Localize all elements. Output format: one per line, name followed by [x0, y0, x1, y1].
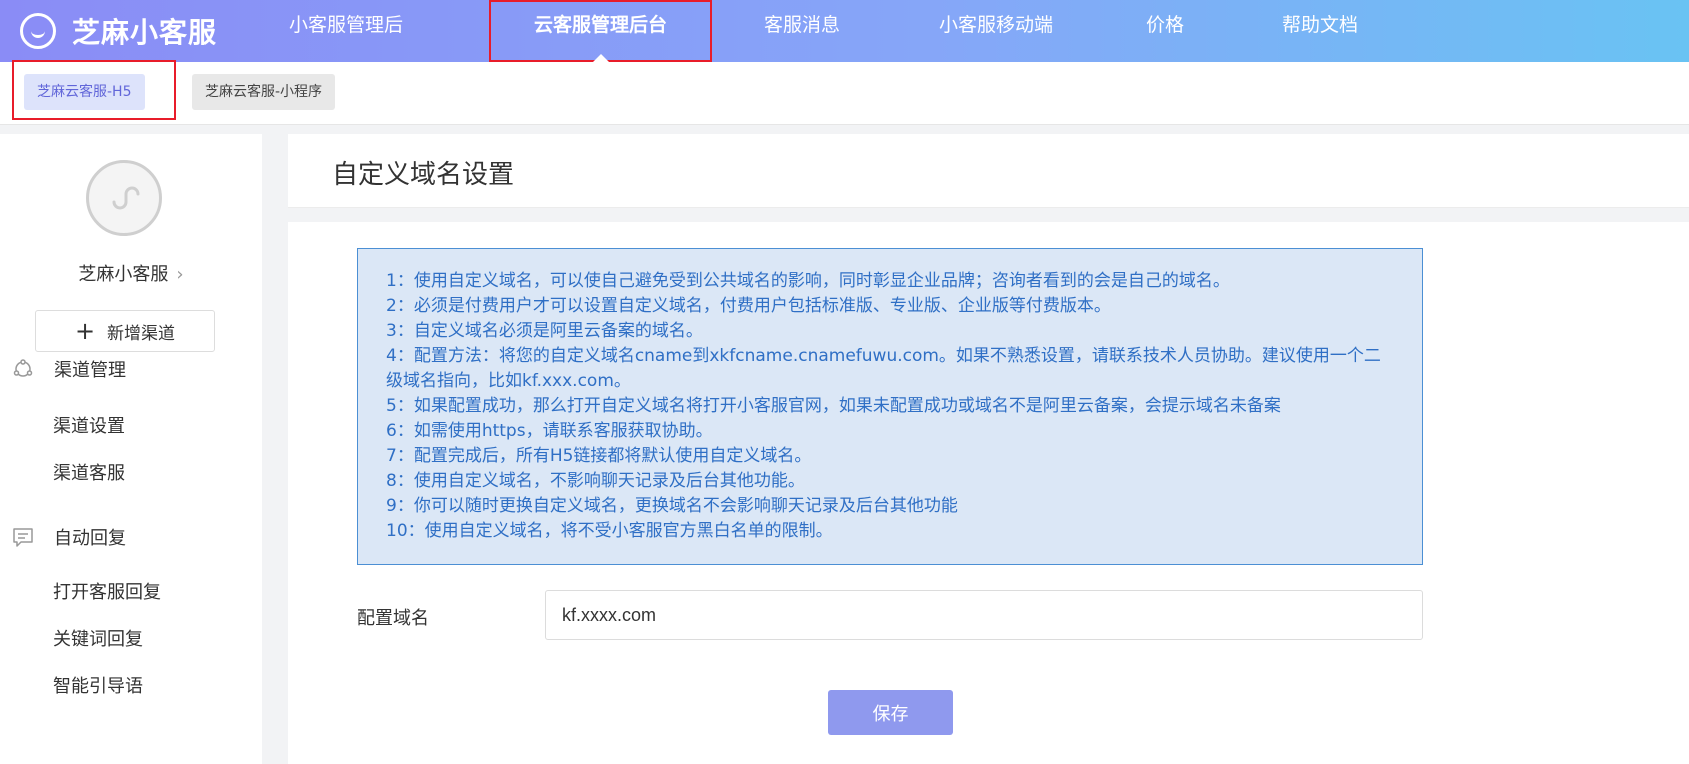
- sidebar-item-open-reply[interactable]: 打开客服回复: [53, 578, 161, 604]
- sidebar-item-channel-agents[interactable]: 渠道客服: [53, 459, 125, 485]
- sidebar: 芝麻小客服 › + 新增渠道 渠道管理 渠道设置 渠道客服 自动回复 打开客服回复…: [0, 134, 262, 764]
- shop-name-label: 芝麻小客服: [78, 264, 169, 285]
- notice-line: 8：使用自定义域名，不影响聊天记录及后台其他功能。: [386, 471, 805, 491]
- info-notice: 1：使用自定义域名，可以使自己避免受到公共域名的影响，同时彰显企业品牌；咨询者看…: [357, 248, 1423, 565]
- shop-name[interactable]: 芝麻小客服 ›: [0, 260, 262, 286]
- notice-line: 9：你可以随时更换自定义域名，更换域名不会影响聊天记录及后台其他功能: [386, 496, 958, 516]
- nav-item-pricing[interactable]: 价格: [1144, 0, 1186, 62]
- notice-line: 6：如需使用https，请联系客服获取协助。: [386, 421, 713, 441]
- page-title: 自定义域名设置: [332, 160, 515, 190]
- main-content: 1：使用自定义域名，可以使自己避免受到公共域名的影响，同时彰显企业品牌；咨询者看…: [288, 222, 1689, 764]
- section-label: 自动回复: [54, 528, 126, 549]
- section-channel-management[interactable]: 渠道管理: [12, 356, 126, 382]
- nav-item-mobile[interactable]: 小客服移动端: [938, 0, 1054, 62]
- top-nav-bar: 芝麻小客服 小客服管理后台 云客服管理后台 客服消息 小客服移动端 价格 帮助文…: [0, 0, 1689, 86]
- notice-line: 2：必须是付费用户才可以设置自定义域名，付费用户包括标准版、专业版、企业版等付费…: [386, 296, 1111, 316]
- domain-label: 配置域名: [357, 608, 429, 629]
- smile-logo-icon: [20, 13, 56, 49]
- plus-icon: +: [74, 317, 96, 345]
- brand-logo[interactable]: 芝麻小客服: [20, 0, 217, 62]
- save-button[interactable]: 保存: [828, 690, 953, 735]
- nav-item-messages[interactable]: 客服消息: [762, 0, 842, 62]
- sidebar-item-keyword-reply[interactable]: 关键词回复: [53, 625, 143, 651]
- add-channel-button[interactable]: + 新增渠道: [35, 310, 215, 352]
- notice-line: 3：自定义域名必须是阿里云备案的域名。: [386, 321, 703, 341]
- chevron-right-icon: ›: [176, 264, 184, 285]
- brand-name: 芝麻小客服: [72, 16, 218, 49]
- notice-line: 5：如果配置成功，那么打开自定义域名将打开小客服官网，如果未配置成功或域名不是阿…: [386, 396, 1281, 416]
- channel-icon: [13, 359, 33, 377]
- section-auto-reply[interactable]: 自动回复: [12, 524, 126, 550]
- avatar[interactable]: [86, 160, 162, 236]
- notice-line: 1：使用自定义域名，可以使自己避免受到公共域名的影响，同时彰显企业品牌；咨询者看…: [386, 271, 1230, 291]
- nav-item-mini-admin[interactable]: 小客服管理后台: [283, 0, 409, 86]
- active-caret-icon: [592, 54, 609, 62]
- notice-line: 7：配置完成后，所有H5链接都将默认使用自定义域名。: [386, 446, 812, 466]
- sub-tab-bar: 芝麻云客服-H5 芝麻云客服-小程序: [0, 62, 1689, 125]
- mini-program-icon: [112, 186, 140, 210]
- page-header: 自定义域名设置: [288, 134, 1689, 208]
- subtab-miniprogram[interactable]: 芝麻云客服-小程序: [192, 74, 336, 110]
- highlight-box: [12, 60, 176, 120]
- add-channel-label: 新增渠道: [107, 323, 176, 344]
- sidebar-item-channel-settings[interactable]: 渠道设置: [53, 412, 125, 438]
- notice-line: 10：使用自定义域名，将不受小客服官方黑白名单的限制。: [386, 521, 833, 541]
- nav-item-cloud-admin[interactable]: 云客服管理后台: [489, 0, 712, 62]
- sidebar-item-smart-guide[interactable]: 智能引导语: [53, 672, 143, 698]
- nav-item-label: 云客服管理后台: [533, 14, 667, 36]
- nav-item-help[interactable]: 帮助文档: [1280, 0, 1360, 62]
- section-label: 渠道管理: [54, 360, 126, 381]
- notice-line: 4：配置方法：将您的自定义域名cname到xkfcname.cnamefuwu.…: [386, 346, 1381, 391]
- domain-input[interactable]: [545, 590, 1423, 640]
- message-icon: [13, 528, 33, 547]
